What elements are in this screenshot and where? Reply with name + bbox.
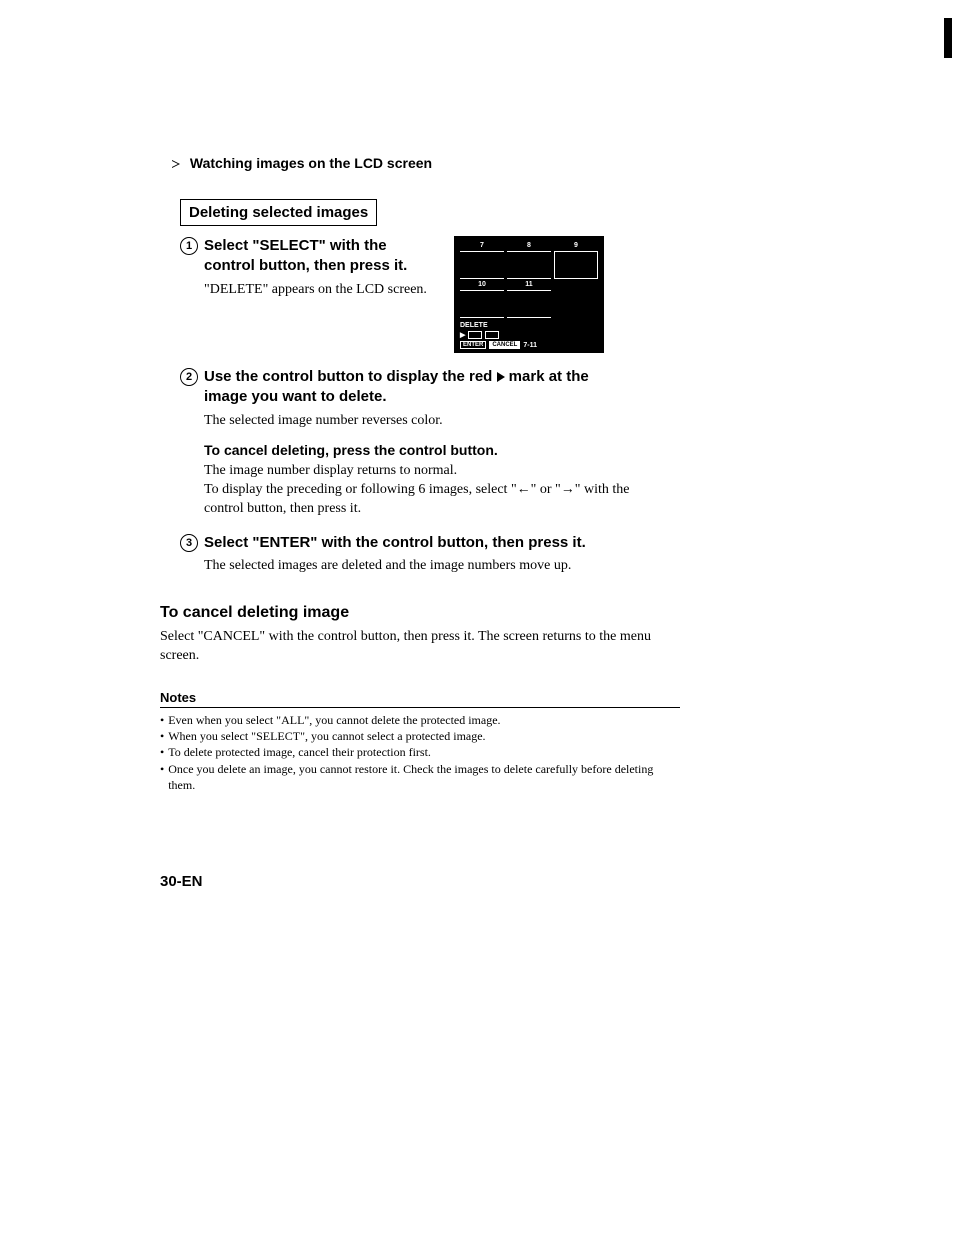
step-1-heading: Select "SELECT" with the control button,… [204,236,434,277]
lcd-delete-label: DELETE [460,322,598,329]
page-number: 30-EN [160,873,954,890]
bullet-icon: • [160,728,164,744]
step-2-heading: Use the control button to display the re… [204,367,634,408]
note-item: •To delete protected image, cancel their… [160,744,680,760]
lcd-label: 10 [460,281,504,288]
step-3-row: 3 Select "ENTER" with the control button… [180,533,954,553]
step-2-body: The selected image number reverses color… [204,412,634,431]
manual-page: Watching images on the LCD screen Deleti… [0,0,954,1233]
step-1-row: 1 Select "SELECT" with the control butto… [180,236,954,353]
bullet-icon: • [160,761,164,777]
lcd-pointer-icon: ▶ [460,331,465,339]
step-3-body: The selected images are deleted and the … [204,557,634,576]
lcd-range-label: 7-11 [523,342,537,349]
lcd-thumbnail [460,290,504,318]
cancel-heading: To cancel deleting image [160,604,954,622]
note-item: •Even when you select "ALL", you cannot … [160,712,680,728]
section-title: Deleting selected images [189,204,368,221]
step-2-number-icon: 2 [180,368,198,386]
lcd-label [554,281,598,288]
section-title-box: Deleting selected images [180,199,377,226]
lcd-label: 11 [507,281,551,288]
lcd-mid-thumbs [460,290,598,318]
step-3-heading: Select "ENTER" with the control button, … [204,533,634,553]
bullet-icon: • [160,744,164,760]
bullet-icon: • [160,712,164,728]
breadcrumb: Watching images on the LCD screen [172,155,954,171]
note-item: •When you select "SELECT", you cannot se… [160,728,680,744]
lcd-button-row: ENTER CANCEL 7-11 [460,341,598,349]
lcd-thumbnail [507,290,551,318]
lcd-thumbnail [507,251,551,279]
arrow-right-icon [172,160,180,168]
lcd-menu-row: ▶ [460,331,598,339]
step-1-body: "DELETE" appears on the LCD screen. [204,281,434,300]
lcd-cancel-button: CANCEL [489,341,520,349]
notes-divider [160,707,680,708]
lcd-screen-illustration: 7 8 9 10 11 DELETE ▶ [454,236,604,353]
step-2-row: 2 Use the control button to display the … [180,367,954,408]
notes-heading: Notes [160,690,954,705]
lcd-enter-button: ENTER [460,341,486,349]
lcd-thumbnail [460,251,504,279]
step-2-sub-heading: To cancel deleting, press the control bu… [204,442,954,458]
lcd-top-thumbs [460,251,598,279]
lcd-thumbnail-selected [554,251,598,279]
lcd-mid-labels: 10 11 [460,281,598,288]
lcd-menu: DELETE ▶ ENTER CANCEL 7-11 [460,322,598,349]
lcd-top-labels: 7 8 9 [460,242,598,249]
step-2-sub-body: The image number display returns to norm… [204,462,634,519]
play-triangle-icon [497,372,505,382]
breadcrumb-text: Watching images on the LCD screen [190,155,432,171]
lcd-mini-thumb [468,331,482,339]
lcd-label: 8 [507,242,551,249]
lcd-mini-thumb [485,331,499,339]
lcd-thumbnail-empty [554,290,598,316]
lcd-label: 9 [554,242,598,249]
note-item: •Once you delete an image, you cannot re… [160,761,680,793]
page-edge-mark [944,18,952,58]
lcd-label: 7 [460,242,504,249]
step-3-number-icon: 3 [180,534,198,552]
step-1-number-icon: 1 [180,237,198,255]
notes-list: •Even when you select "ALL", you cannot … [160,712,680,793]
step-1-text: Select "SELECT" with the control button,… [204,236,434,299]
cancel-body: Select "CANCEL" with the control button,… [160,628,680,666]
